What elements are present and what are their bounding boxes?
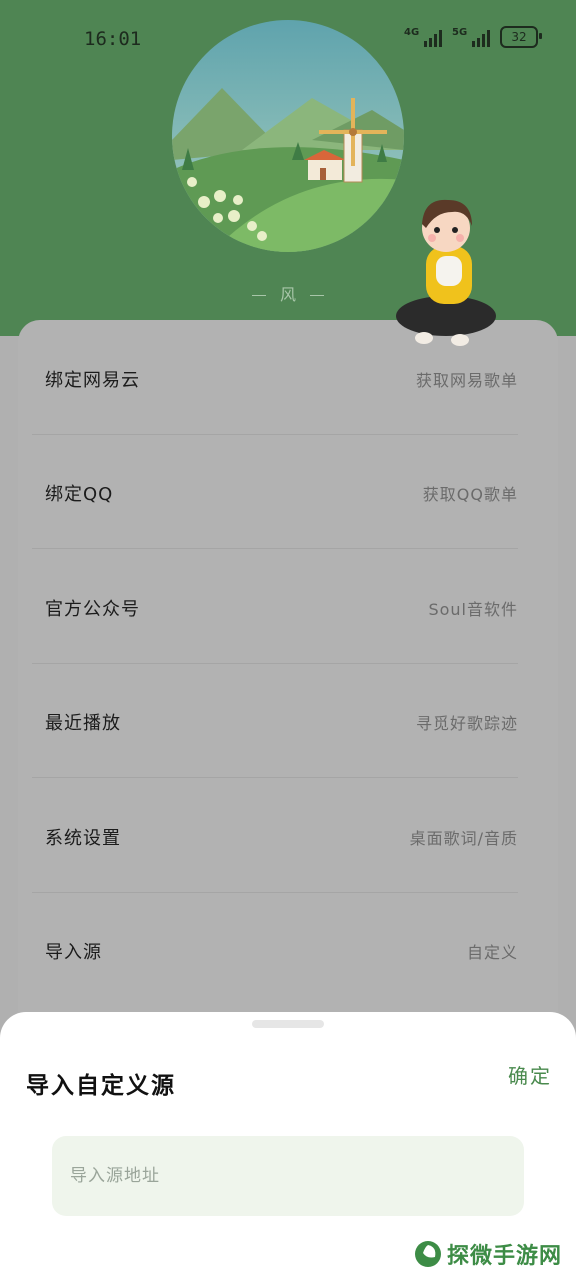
settings-card: 绑定网易云 获取网易歌单 绑定QQ 获取QQ歌单 官方公众号 Soul音软件 最… [18, 320, 558, 1080]
signal-5g-icon: 5G [452, 27, 490, 47]
menu-item-label: 绑定网易云 [45, 370, 140, 391]
menu-item-hint: 桌面歌词/音质 [409, 829, 518, 848]
menu-item-recent-play[interactable]: 最近播放 寻觅好歌踪迹 [32, 663, 518, 778]
windmill-landscape-image [172, 20, 404, 252]
menu-item-official-account[interactable]: 官方公众号 Soul音软件 [32, 549, 518, 664]
watermark-text: 探微手游网 [446, 1244, 562, 1269]
confirm-button[interactable]: 确定 [508, 1060, 552, 1089]
avatar[interactable] [396, 188, 500, 354]
menu-item-label: 最近播放 [45, 713, 121, 734]
status-time: 16:01 [84, 28, 142, 50]
drag-handle[interactable] [252, 1020, 324, 1028]
menu-item-hint: 获取网易歌单 [415, 371, 518, 390]
menu-item-import-source[interactable]: 导入源 自定义 [32, 892, 518, 1006]
source-url-input[interactable] [52, 1136, 524, 1216]
menu-item-label: 绑定QQ [45, 484, 114, 505]
menu-item-system-settings[interactable]: 系统设置 桌面歌词/音质 [32, 778, 518, 893]
site-watermark: 探微手游网 [413, 1238, 562, 1270]
menu-item-label: 官方公众号 [45, 599, 140, 620]
menu-item-hint: Soul音软件 [428, 600, 518, 619]
menu-item-bind-qq[interactable]: 绑定QQ 获取QQ歌单 [32, 434, 518, 549]
signal-4g-icon: 4G [404, 27, 442, 47]
battery-level: 32 [511, 30, 527, 44]
menu-item-label: 系统设置 [45, 828, 121, 849]
menu-item-hint: 自定义 [466, 943, 518, 962]
menu-item-hint: 获取QQ歌单 [422, 485, 518, 504]
watermark-logo-icon [414, 1241, 441, 1267]
battery-icon: 32 [500, 26, 542, 48]
status-icons: 4G 5G 32 [404, 26, 542, 48]
menu-item-label: 导入源 [45, 942, 102, 963]
dialog-title: 导入自定义源 [26, 1073, 176, 1099]
net-type-label: 4G [404, 27, 420, 38]
menu-item-hint: 寻觅好歌踪迹 [415, 714, 518, 733]
net-type-label: 5G [452, 27, 468, 38]
